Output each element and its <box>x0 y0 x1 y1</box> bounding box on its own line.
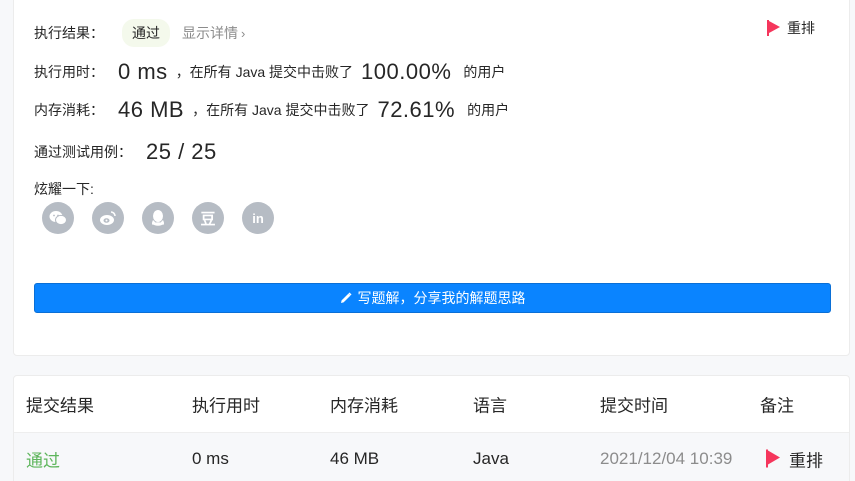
result-row: 执行结果： 通过 显示详情 › <box>34 19 245 47</box>
table-row[interactable]: 通过 0 ms 46 MB Java 2021/12/04 10:39 重排 <box>14 432 849 481</box>
table-header: 提交结果 执行用时 内存消耗 语言 提交时间 备注 <box>14 376 849 432</box>
header-memory: 内存消耗 <box>330 396 398 416</box>
runtime-suffix: 的用户 <box>463 64 506 80</box>
memory-value: 46 MB <box>118 97 185 122</box>
result-card: 执行结果： 通过 显示详情 › 重排 执行用时： 0 ms ，在所有 Java 提… <box>13 0 850 356</box>
write-solution-label: 写题解，分享我的解题思路 <box>357 290 526 306</box>
flag-icon <box>766 449 782 468</box>
memory-suffix: 的用户 <box>467 102 510 118</box>
rerun-button[interactable]: 重排 <box>767 18 815 38</box>
douban-icon[interactable]: 豆 <box>192 202 224 234</box>
pencil-icon <box>340 292 352 304</box>
header-note: 备注 <box>760 396 794 416</box>
share-label: 炫耀一下: <box>34 181 94 197</box>
runtime-value: 0 ms <box>118 59 168 84</box>
rerun-label: 重排 <box>787 20 815 36</box>
chevron-right-icon: › <box>241 26 246 41</box>
header-runtime: 执行用时 <box>192 396 260 416</box>
memory-beat-text: ，在所有 Java 提交中击败了 <box>192 102 370 118</box>
share-row-label: 炫耀一下: <box>34 179 94 199</box>
header-language: 语言 <box>473 396 507 416</box>
flag-icon <box>767 20 781 36</box>
row-time: 2021/12/04 10:39 <box>600 448 733 468</box>
runtime-row: 执行用时： 0 ms ，在所有 Java 提交中击败了 100.00% 的用户 <box>34 59 505 85</box>
show-details-label: 显示详情 <box>182 25 238 41</box>
row-rerun-button[interactable]: 重排 <box>766 446 823 471</box>
runtime-percent: 100.00% <box>361 59 452 84</box>
show-details-link[interactable]: 显示详情 › <box>182 23 245 43</box>
tests-row: 通过测试用例： 25 / 25 <box>34 139 225 165</box>
row-language: Java <box>473 448 509 468</box>
submission-table: 提交结果 执行用时 内存消耗 语言 提交时间 备注 通过 0 ms 46 MB … <box>13 375 850 481</box>
runtime-label: 执行用时： <box>34 64 104 80</box>
row-runtime: 0 ms <box>192 448 229 468</box>
result-label: 执行结果： <box>34 25 104 41</box>
runtime-beat-text: ，在所有 Java 提交中击败了 <box>175 64 354 80</box>
tests-label: 通过测试用例： <box>34 144 132 160</box>
weibo-icon[interactable] <box>92 202 124 234</box>
tests-value: 25 / 25 <box>146 139 217 164</box>
share-icons: 豆 in <box>42 202 274 234</box>
row-status-link[interactable]: 通过 <box>26 446 60 471</box>
wechat-icon[interactable] <box>42 202 74 234</box>
header-status: 提交结果 <box>26 396 94 416</box>
header-time: 提交时间 <box>600 396 668 416</box>
qq-icon[interactable] <box>142 202 174 234</box>
row-memory: 46 MB <box>330 448 380 468</box>
status-badge: 通过 <box>122 19 170 47</box>
linkedin-icon[interactable]: in <box>242 202 274 234</box>
write-solution-button[interactable]: 写题解，分享我的解题思路 <box>34 283 831 313</box>
row-rerun-label: 重排 <box>789 451 823 470</box>
memory-row: 内存消耗： 46 MB ，在所有 Java 提交中击败了 72.61% 的用户 <box>34 97 509 123</box>
memory-label: 内存消耗： <box>34 102 104 118</box>
memory-percent: 72.61% <box>377 97 456 122</box>
